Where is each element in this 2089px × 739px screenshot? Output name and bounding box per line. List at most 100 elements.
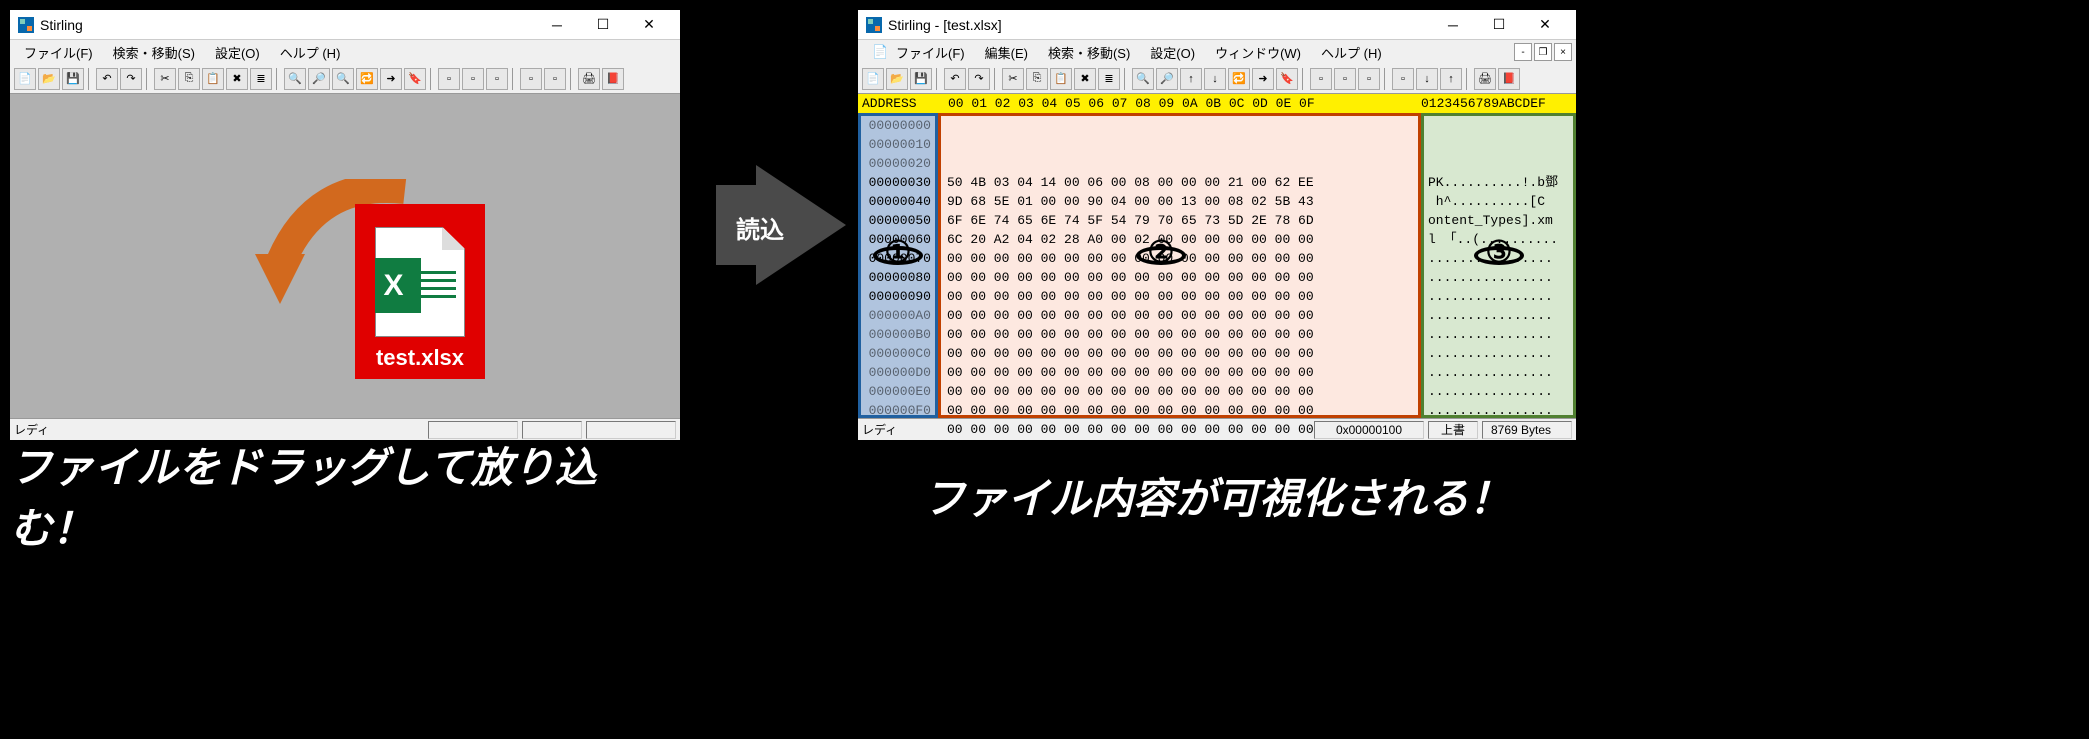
- hex-row[interactable]: 00 00 00 00 00 00 00 00 00 00 00 00 00 0…: [947, 382, 1412, 401]
- mdi-minimize-button[interactable]: -: [1514, 43, 1532, 61]
- ascii-row: PK..........!.b鄧: [1428, 173, 1569, 192]
- tool2-button[interactable]: ▫: [462, 68, 484, 90]
- hex-row[interactable]: 00 00 00 00 00 00 00 00 00 00 00 00 00 0…: [947, 306, 1412, 325]
- hex-row[interactable]: 6F 6E 74 65 6E 74 5F 54 79 70 65 73 5D 2…: [947, 211, 1412, 230]
- tool5-button[interactable]: ▫: [544, 68, 566, 90]
- hex-row[interactable]: 00 00 00 00 00 00 00 00 00 00 00 00 00 0…: [947, 325, 1412, 344]
- hex-row[interactable]: 00 00 00 00 00 00 00 00 00 00 00 00 00 0…: [947, 268, 1412, 287]
- help-button[interactable]: 📕: [1498, 68, 1520, 90]
- cut-button[interactable]: ✂: [154, 68, 176, 90]
- dragged-file: X test.xlsx: [355, 204, 485, 379]
- replace-button[interactable]: 🔁: [1228, 68, 1250, 90]
- list-button[interactable]: ≣: [250, 68, 272, 90]
- maximize-button[interactable]: ☐: [1476, 11, 1522, 39]
- menu-edit[interactable]: 編集(E): [975, 43, 1038, 62]
- undo-button[interactable]: ↶: [96, 68, 118, 90]
- address-cell: 00000020: [865, 154, 931, 173]
- help-button[interactable]: 📕: [602, 68, 624, 90]
- hex-row[interactable]: 00 00 00 00 00 00 00 00 00 00 00 00 00 0…: [947, 363, 1412, 382]
- hex-bytes-column[interactable]: ② 50 4B 03 04 14 00 06 00 08 00 00 00 21…: [938, 113, 1421, 418]
- address-cell: 00000030: [865, 173, 931, 192]
- menu-search[interactable]: 検索・移動(S): [103, 43, 205, 62]
- goto-button[interactable]: ➜: [1252, 68, 1274, 90]
- goto-button[interactable]: ➜: [380, 68, 402, 90]
- hex-row[interactable]: 6C 20 A2 04 02 28 A0 00 02 00 00 00 00 0…: [947, 230, 1412, 249]
- address-cell: 000000C0: [865, 344, 931, 363]
- delete-button[interactable]: ✖: [1074, 68, 1096, 90]
- list-button[interactable]: ≣: [1098, 68, 1120, 90]
- annotation-3: ③: [1474, 246, 1524, 265]
- status-filesize: 8769 Bytes: [1482, 421, 1572, 439]
- new-button[interactable]: 📄: [14, 68, 36, 90]
- ascii-column: ③ PK..........!.b鄧 h^..........[Content_…: [1421, 113, 1576, 418]
- mark-button[interactable]: 🔖: [1276, 68, 1298, 90]
- open-button[interactable]: 📂: [886, 68, 908, 90]
- find-up-button[interactable]: ↑: [1180, 68, 1202, 90]
- menu-file[interactable]: ファイル(F): [886, 43, 975, 62]
- redo-button[interactable]: ↷: [968, 68, 990, 90]
- tool3-button[interactable]: ▫: [486, 68, 508, 90]
- menu-search[interactable]: 検索・移動(S): [1038, 43, 1140, 62]
- mdi-restore-button[interactable]: ❐: [1534, 43, 1552, 61]
- new-button[interactable]: 📄: [862, 68, 884, 90]
- load-arrow-label: 読込: [736, 210, 784, 245]
- find-button[interactable]: 🔍: [1132, 68, 1154, 90]
- tool4-button[interactable]: ▫: [520, 68, 542, 90]
- print-button[interactable]: 🖨: [578, 68, 600, 90]
- sort-down-button[interactable]: ↓: [1416, 68, 1438, 90]
- hex-header-row: ADDRESS 00 01 02 03 04 05 06 07 08 09 0A…: [858, 94, 1576, 113]
- menu-window[interactable]: ウィンドウ(W): [1205, 43, 1311, 62]
- paste-button[interactable]: 📋: [1050, 68, 1072, 90]
- menu-settings[interactable]: 設定(O): [1140, 43, 1205, 62]
- menu-help[interactable]: ヘルプ (H): [1311, 43, 1392, 62]
- save-button[interactable]: 💾: [62, 68, 84, 90]
- minimize-button[interactable]: ─: [1430, 11, 1476, 39]
- mark-button[interactable]: 🔖: [404, 68, 426, 90]
- replace-button[interactable]: 🔁: [356, 68, 378, 90]
- close-button[interactable]: ✕: [1522, 11, 1568, 39]
- copy-button[interactable]: ⎘: [1026, 68, 1048, 90]
- find-prev-button[interactable]: 🔍: [332, 68, 354, 90]
- menu-help[interactable]: ヘルプ (H): [270, 43, 351, 62]
- tool3-button[interactable]: ▫: [1358, 68, 1380, 90]
- hex-row[interactable]: 00 00 00 00 00 00 00 00 00 00 00 00 00 0…: [947, 344, 1412, 363]
- hex-editor[interactable]: ADDRESS 00 01 02 03 04 05 06 07 08 09 0A…: [858, 94, 1576, 418]
- mdi-close-button[interactable]: ×: [1554, 43, 1572, 61]
- hex-row[interactable]: 9D 68 5E 01 00 00 90 04 00 00 13 00 08 0…: [947, 192, 1412, 211]
- find-next-button[interactable]: 🔎: [1156, 68, 1178, 90]
- toolbar: 📄 📂 💾 ↶ ↷ ✂ ⎘ 📋 ✖ ≣ 🔍 🔎 ↑ ↓ 🔁 ➜ 🔖 ▫ ▫ ▫ …: [858, 64, 1576, 94]
- paste-button[interactable]: 📋: [202, 68, 224, 90]
- tool2-button[interactable]: ▫: [1334, 68, 1356, 90]
- minimize-button[interactable]: ─: [534, 11, 580, 39]
- titlebar[interactable]: Stirling ─ ☐ ✕: [10, 10, 680, 40]
- find-next-button[interactable]: 🔎: [308, 68, 330, 90]
- tool1-button[interactable]: ▫: [438, 68, 460, 90]
- cut-button[interactable]: ✂: [1002, 68, 1024, 90]
- file-name-label: test.xlsx: [376, 345, 464, 371]
- sort-up-button[interactable]: ↑: [1440, 68, 1462, 90]
- open-button[interactable]: 📂: [38, 68, 60, 90]
- hex-row[interactable]: 00 00 00 00 00 00 00 00 00 00 00 00 00 0…: [947, 401, 1412, 420]
- menu-settings[interactable]: 設定(O): [205, 43, 270, 62]
- save-button[interactable]: 💾: [910, 68, 932, 90]
- copy-button[interactable]: ⎘: [178, 68, 200, 90]
- tool4-button[interactable]: ▫: [1392, 68, 1414, 90]
- maximize-button[interactable]: ☐: [580, 11, 626, 39]
- ascii-row: h^..........[C: [1428, 192, 1569, 211]
- hex-row[interactable]: 50 4B 03 04 14 00 06 00 08 00 00 00 21 0…: [947, 173, 1412, 192]
- print-button[interactable]: 🖨: [1474, 68, 1496, 90]
- tool1-button[interactable]: ▫: [1310, 68, 1332, 90]
- hex-row[interactable]: 00 00 00 00 00 00 00 00 00 00 00 00 00 0…: [947, 420, 1412, 439]
- undo-button[interactable]: ↶: [944, 68, 966, 90]
- menu-file[interactable]: ファイル(F): [14, 43, 103, 62]
- address-cell: 000000D0: [865, 363, 931, 382]
- close-button[interactable]: ✕: [626, 11, 672, 39]
- address-cell: 00000040: [865, 192, 931, 211]
- hex-row[interactable]: 00 00 00 00 00 00 00 00 00 00 00 00 00 0…: [947, 287, 1412, 306]
- titlebar[interactable]: Stirling - [test.xlsx] ─ ☐ ✕: [858, 10, 1576, 40]
- workspace-empty[interactable]: X test.xlsx: [10, 94, 680, 418]
- delete-button[interactable]: ✖: [226, 68, 248, 90]
- redo-button[interactable]: ↷: [120, 68, 142, 90]
- find-button[interactable]: 🔍: [284, 68, 306, 90]
- find-down-button[interactable]: ↓: [1204, 68, 1226, 90]
